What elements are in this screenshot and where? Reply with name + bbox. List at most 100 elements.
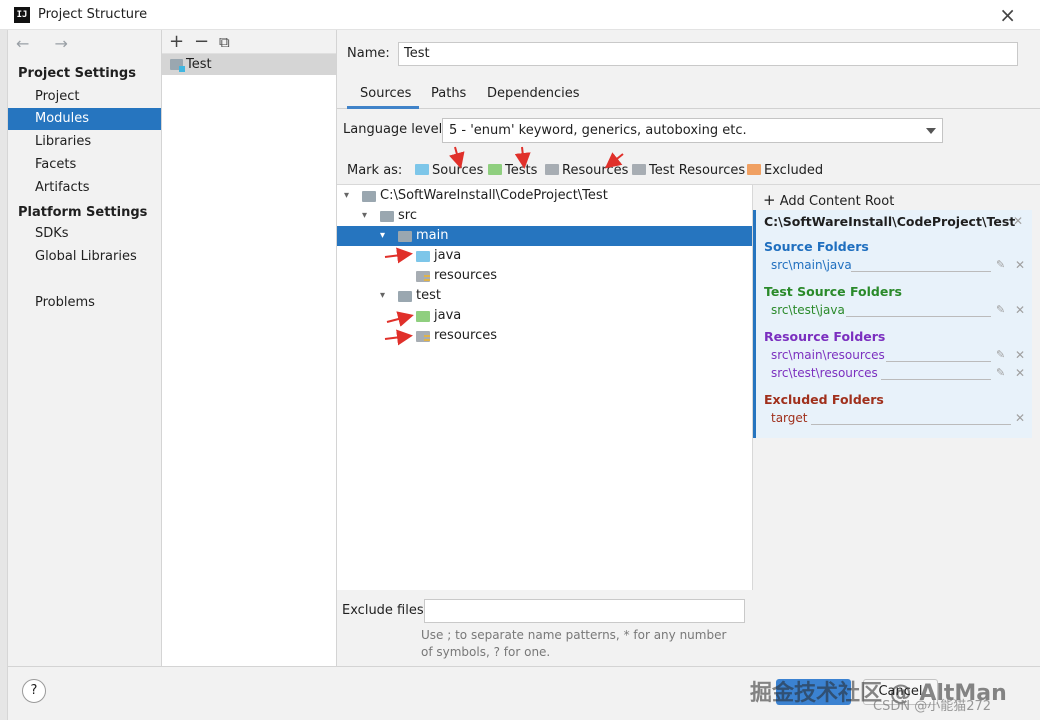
module-folder-icon (170, 59, 185, 72)
divider (886, 361, 991, 362)
module-item-test[interactable]: Test (162, 54, 336, 75)
edit-icon[interactable]: ✎ (996, 348, 1005, 361)
add-icon: + (763, 191, 776, 209)
language-level-value: 5 - 'enum' keyword, generics, autoboxing… (449, 123, 747, 138)
remove-icon[interactable]: − (194, 31, 209, 52)
close-icon[interactable]: ✕ (1015, 411, 1025, 425)
mark-sources-button[interactable]: Sources (415, 163, 483, 178)
language-level-select[interactable]: 5 - 'enum' keyword, generics, autoboxing… (442, 118, 943, 143)
back-forward-arrows-icon[interactable]: ← → (16, 34, 78, 53)
close-icon[interactable]: ✕ (1015, 366, 1025, 380)
watermark-small-text: CSDN @小能猫272 (873, 699, 992, 714)
mark-tests-button[interactable]: Tests (488, 163, 537, 178)
nav-item-global-libraries[interactable]: Global Libraries (8, 246, 161, 268)
tab-sources[interactable]: Sources (360, 86, 411, 101)
nav-item-problems[interactable]: Problems (8, 292, 161, 314)
folder-icon (380, 211, 394, 222)
chevron-down-icon: ▾ (380, 290, 386, 301)
tree-node-root[interactable]: ▾ C:\SoftWareInstall\CodeProject\Test (337, 186, 752, 206)
tree-node-label: C:\SoftWareInstall\CodeProject\Test (380, 188, 608, 203)
nav-item-facets[interactable]: Facets (8, 154, 161, 176)
nav-item-sdks[interactable]: SDKs (8, 223, 161, 245)
title-bar: IJ Project Structure × (0, 0, 1040, 30)
folder-tree: ▾ C:\SoftWareInstall\CodeProject\Test ▾ … (337, 184, 753, 590)
folder-icon (398, 231, 412, 242)
resource-folder-item[interactable]: src\main\resources (771, 348, 885, 362)
tree-node-test[interactable]: ▾ test (337, 286, 752, 306)
tree-node-label: resources (434, 328, 498, 343)
close-icon[interactable]: ✕ (1015, 258, 1025, 272)
dialog-footer: ? Cancel 掘金技术社区 @ AltMan CSDN @小能猫272 (8, 666, 1040, 720)
add-content-root-label: Add Content Root (779, 194, 895, 209)
tab-paths[interactable]: Paths (431, 86, 466, 101)
close-icon[interactable]: ✕ (1015, 303, 1025, 317)
source-folder-icon (415, 164, 429, 175)
excluded-folder-item[interactable]: target (771, 411, 808, 425)
divider (811, 424, 1011, 425)
source-folder-icon (416, 251, 430, 262)
content-roots-panel: + Add Content Root C:\SoftWareInstall\Co… (753, 184, 1040, 666)
tree-node-label: java (434, 248, 462, 263)
tree-node-label: resources (434, 268, 498, 283)
add-content-root-button[interactable]: + Add Content Root (763, 191, 894, 209)
test-folder-icon (488, 164, 502, 175)
mark-resources-button[interactable]: Resources (545, 163, 628, 178)
tree-node-test-resources[interactable]: resources (337, 326, 752, 346)
resource-folders-heading: Resource Folders (764, 329, 886, 344)
name-field[interactable]: Test (398, 42, 1018, 66)
edit-icon[interactable]: ✎ (996, 258, 1005, 271)
mark-excluded-button[interactable]: Excluded (747, 163, 823, 178)
mark-test-resources-button[interactable]: Test Resources (632, 163, 745, 178)
close-icon[interactable]: ✕ (1015, 348, 1025, 362)
tree-node-main[interactable]: ▾ main (337, 226, 752, 246)
chevron-down-icon: ▾ (380, 230, 386, 241)
folder-icon (362, 191, 376, 202)
chevron-down-icon: ▾ (344, 190, 350, 201)
resource-folder-item[interactable]: src\test\resources (771, 366, 878, 380)
divider (851, 271, 991, 272)
edit-icon[interactable]: ✎ (996, 303, 1005, 316)
source-folder-item[interactable]: src\main\java (771, 258, 852, 272)
tree-node-main-java[interactable]: java (337, 246, 752, 266)
module-toolbar: + − ⧉ (162, 30, 336, 54)
active-tab-indicator (347, 106, 419, 109)
tree-node-main-resources[interactable]: resources (337, 266, 752, 286)
test-source-folder-item[interactable]: src\test\java (771, 303, 845, 317)
test-folder-icon (416, 311, 430, 322)
nav-item-artifacts[interactable]: Artifacts (8, 177, 161, 199)
mark-resources-label: Resources (562, 163, 629, 178)
module-label: Test (186, 57, 212, 72)
help-icon[interactable]: ? (22, 679, 46, 703)
window-edge (0, 0, 8, 720)
mark-tests-label: Tests (505, 163, 538, 178)
close-icon[interactable]: ✕ (1013, 214, 1023, 228)
tree-node-test-java[interactable]: java (337, 306, 752, 326)
nav-item-modules[interactable]: Modules (8, 108, 161, 130)
mark-test-resources-label: Test Resources (649, 163, 746, 178)
test-resource-folder-icon (632, 164, 646, 175)
content-root-path: C:\SoftWareInstall\CodeProject\Test (764, 214, 1016, 229)
edit-icon[interactable]: ✎ (996, 366, 1005, 379)
name-label: Name: (347, 46, 390, 61)
intellij-logo-icon: IJ (14, 7, 30, 23)
tree-node-label: src (398, 208, 417, 223)
mark-excluded-label: Excluded (764, 163, 824, 178)
nav-item-libraries[interactable]: Libraries (8, 131, 161, 153)
nav-item-project[interactable]: Project (8, 86, 161, 108)
resource-marker-icon (424, 335, 430, 341)
exclude-files-field[interactable] (424, 599, 745, 623)
platform-settings-heading: Platform Settings (18, 205, 148, 220)
project-settings-heading: Project Settings (18, 66, 136, 81)
exclude-files-label: Exclude files: (342, 603, 429, 618)
tree-node-label: java (434, 308, 462, 323)
tab-separator (337, 108, 1040, 109)
mark-as-label: Mark as: (347, 163, 403, 178)
tab-dependencies[interactable]: Dependencies (487, 86, 580, 101)
window-title: Project Structure (38, 7, 148, 22)
divider (881, 379, 991, 380)
chevron-down-icon: ▾ (362, 210, 368, 221)
tree-node-src[interactable]: ▾ src (337, 206, 752, 226)
close-icon[interactable]: × (999, 3, 1016, 27)
copy-icon[interactable]: ⧉ (219, 33, 230, 51)
add-icon[interactable]: + (169, 31, 184, 52)
